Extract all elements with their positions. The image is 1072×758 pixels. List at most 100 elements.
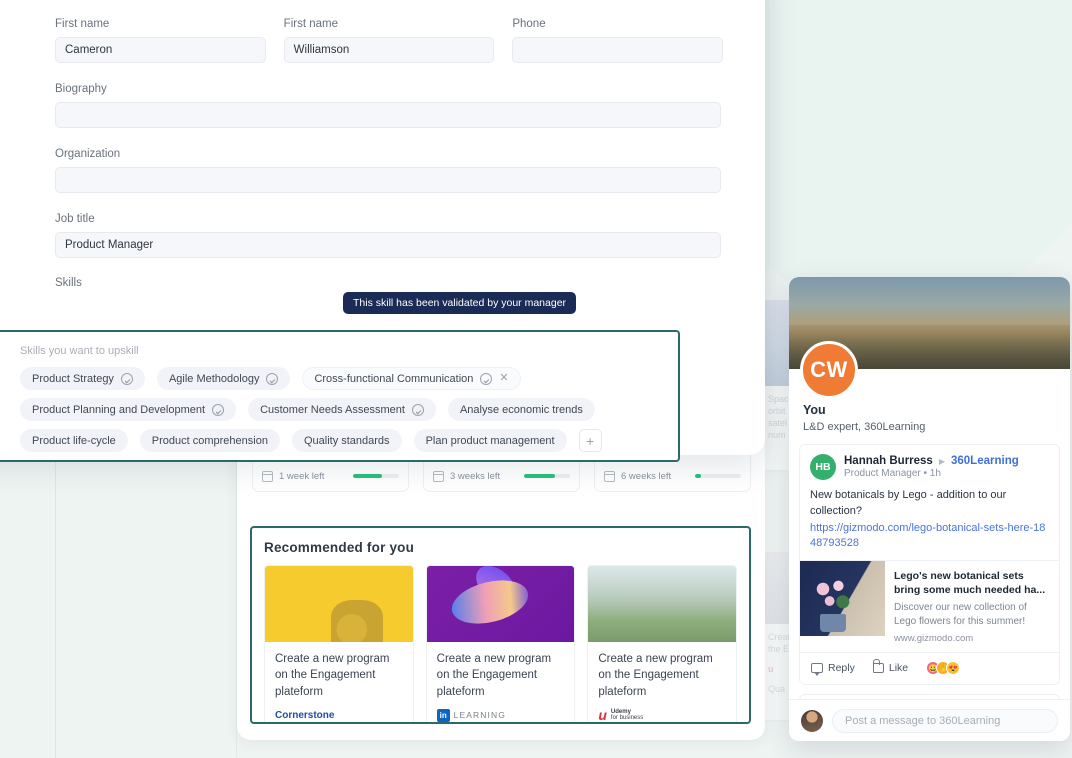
progress-deadline: 3 weeks left xyxy=(450,471,500,482)
phone-label: Phone xyxy=(512,18,723,30)
feed-profile-subtitle: L&D expert, 360Learning xyxy=(789,417,1070,433)
last-name-input[interactable]: Williamson xyxy=(284,37,495,63)
progress-deadline: 6 weeks left xyxy=(621,471,671,482)
validated-check-icon[interactable] xyxy=(480,373,492,385)
post-header: HB Hannah Burress ▶ 360Learning Product … xyxy=(800,445,1059,480)
recommended-card-thumbnail xyxy=(427,566,575,642)
recommended-card-thumbnail xyxy=(265,566,413,642)
link-preview[interactable]: Lego's new botanical sets bring some muc… xyxy=(800,560,1059,653)
recommended-title: Recommended for you xyxy=(252,528,749,565)
job-title-input[interactable]: Product Manager xyxy=(55,232,721,258)
validated-check-icon xyxy=(121,373,133,385)
first-name-group: First name Cameron xyxy=(55,18,266,63)
feed-post: HB Hannah Burress ▶ 360Learning Product … xyxy=(799,444,1060,685)
skill-chip-label: Product Planning and Development xyxy=(32,404,205,416)
udemy-icon: u xyxy=(598,708,607,722)
organization-label: Organization xyxy=(55,148,723,160)
calendar-icon xyxy=(604,471,615,482)
add-skill-button[interactable]: + xyxy=(579,429,602,452)
like-label: Like xyxy=(889,662,908,674)
skill-chip-label: Agile Methodology xyxy=(169,373,260,385)
post-author-name[interactable]: Hannah Burress xyxy=(844,455,933,467)
skill-chip-label: Quality standards xyxy=(304,435,390,447)
remove-skill-icon[interactable]: ✕ xyxy=(499,373,508,384)
reaction-icon: 😍 xyxy=(946,661,960,675)
skill-chip-product-strategy[interactable]: Product Strategy xyxy=(20,367,145,390)
post-body-text: New botanicals by Lego - addition to our… xyxy=(800,480,1059,520)
recommended-card[interactable]: Create a new program on the Engagement p… xyxy=(426,565,576,724)
validated-check-icon xyxy=(212,404,224,416)
first-name-input[interactable]: Cameron xyxy=(55,37,266,63)
skill-chip-agile-methodology[interactable]: Agile Methodology xyxy=(157,367,291,390)
provider-name: LEARNING xyxy=(454,710,506,720)
provider-logo-linkedin: in LEARNING xyxy=(437,708,565,723)
recommended-card[interactable]: Create a new program on the Engagement p… xyxy=(264,565,414,724)
skill-chip-analyse-economic-trends[interactable]: Analyse economic trends xyxy=(448,398,595,421)
link-preview-description: Discover our new collection of Lego flow… xyxy=(894,601,1050,628)
link-preview-body: Lego's new botanical sets bring some muc… xyxy=(885,561,1059,652)
job-title-group: Job title Product Manager xyxy=(55,213,723,258)
chevron-right-icon: ▶ xyxy=(939,457,945,466)
provider-name: Cornerstone xyxy=(275,710,334,721)
skills-label: Skills xyxy=(55,277,723,289)
progress-bar xyxy=(524,474,570,478)
skill-chip-product-life-cycle[interactable]: Product life-cycle xyxy=(20,429,128,452)
job-title-label: Job title xyxy=(55,213,723,225)
skill-chip-label: Product Strategy xyxy=(32,373,114,385)
avatar[interactable] xyxy=(801,710,823,732)
post-group-link[interactable]: 360Learning xyxy=(951,455,1019,467)
reaction-group[interactable]: 😀 👏 😍 xyxy=(926,661,960,675)
recommended-card-list: Create a new program on the Engagement p… xyxy=(252,565,749,724)
thumbs-up-icon xyxy=(873,663,884,673)
skill-chip-customer-needs-assessment[interactable]: Customer Needs Assessment xyxy=(248,398,436,421)
skill-chip-label: Customer Needs Assessment xyxy=(260,404,405,416)
provider-name: Udemy for business xyxy=(611,709,643,723)
skills-highlight-panel: Skills you want to upskill Product Strat… xyxy=(0,330,680,462)
recommended-section: Recommended for you Create a new program… xyxy=(250,526,751,724)
social-feed-panel: CW You L&D expert, 360Learning HB Hannah… xyxy=(789,277,1070,741)
skill-chip-label: Cross-functional Communication xyxy=(314,373,473,385)
skill-validated-tooltip: This skill has been validated by your ma… xyxy=(343,292,576,314)
skill-chip-product-comprehension[interactable]: Product comprehension xyxy=(140,429,280,452)
skill-chip-product-planning-and-development[interactable]: Product Planning and Development xyxy=(20,398,236,421)
skills-group: Skills xyxy=(55,277,723,289)
phone-input[interactable] xyxy=(512,37,723,63)
provider-logo-udemy: u Udemy for business xyxy=(598,708,726,723)
reply-button[interactable]: Reply xyxy=(811,662,855,674)
post-message-input[interactable]: Post a message to 360Learning xyxy=(832,709,1058,733)
last-name-label: First name xyxy=(284,18,495,30)
like-button[interactable]: Like xyxy=(873,662,908,674)
avatar[interactable]: CW xyxy=(800,341,858,399)
link-preview-image xyxy=(800,561,885,636)
progress-bar xyxy=(353,474,399,478)
profile-form-fields: First name Cameron First name Williamson… xyxy=(55,18,723,289)
progress-bar xyxy=(695,474,741,478)
skill-chip-label: Analyse economic trends xyxy=(460,404,583,416)
skill-chip-plan-product-management[interactable]: Plan product management xyxy=(414,429,567,452)
name-phone-row: First name Cameron First name Williamson… xyxy=(55,18,723,63)
recommended-card-title: Create a new program on the Engagement p… xyxy=(437,651,565,700)
post-link[interactable]: https://gizmodo.com/lego-botanical-sets-… xyxy=(800,520,1059,560)
recommended-card-title: Create a new program on the Engagement p… xyxy=(598,651,726,700)
reply-label: Reply xyxy=(828,662,855,674)
biography-input[interactable] xyxy=(55,102,721,128)
skills-chip-list: Product Strategy Agile Methodology Cross… xyxy=(0,357,602,452)
avatar[interactable]: HB xyxy=(810,454,836,480)
biography-group: Biography xyxy=(55,83,723,128)
organization-input[interactable] xyxy=(55,167,721,193)
validated-check-icon xyxy=(266,373,278,385)
biography-label: Biography xyxy=(55,83,723,95)
recommended-card[interactable]: Create a new program on the Engagement p… xyxy=(587,565,737,724)
skill-chip-label: Plan product management xyxy=(426,435,555,447)
screenshot-root: Space orbit satel num Creat the E u Qua … xyxy=(0,0,1072,758)
post-composer: Post a message to 360Learning xyxy=(789,699,1070,741)
recommended-card-thumbnail xyxy=(588,566,736,642)
skill-chip-cross-functional-communication[interactable]: Cross-functional Communication ✕ xyxy=(302,367,520,390)
first-name-label: First name xyxy=(55,18,266,30)
skill-chip-quality-standards[interactable]: Quality standards xyxy=(292,429,402,452)
calendar-icon xyxy=(433,471,444,482)
skill-chip-label: Product comprehension xyxy=(152,435,268,447)
linkedin-icon: in xyxy=(437,709,450,722)
skills-subtitle: Skills you want to upskill xyxy=(0,332,678,357)
skill-chip-label: Product life-cycle xyxy=(32,435,116,447)
